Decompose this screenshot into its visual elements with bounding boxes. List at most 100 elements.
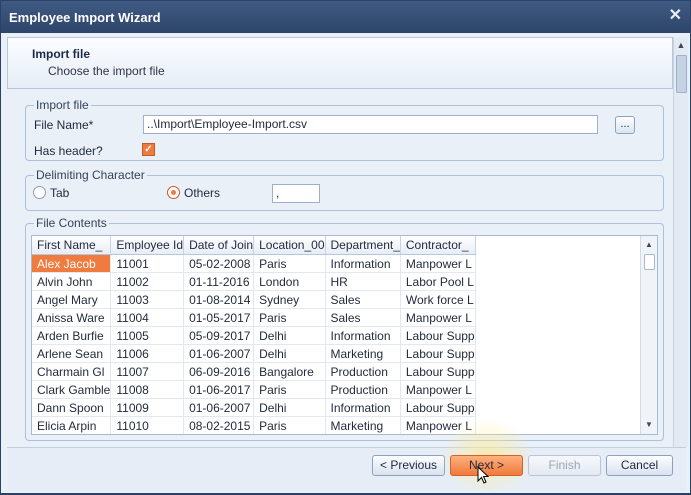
table-cell[interactable]: Labour Supp [400,344,476,363]
table-cell[interactable]: 11002 [110,272,185,291]
table-cell[interactable]: 11001 [110,254,185,273]
table-row[interactable]: Arlene Sean 11006 01-06-2007 Delhi Marketing… [32,344,476,363]
others-radio[interactable] [167,186,180,199]
table-cell[interactable]: Labor Pool L [400,272,476,291]
file-name-input[interactable]: ..\Import\Employee-Import.csv [143,115,598,134]
browse-button[interactable]: ... [615,116,635,134]
tab-radio[interactable] [33,186,46,199]
table-cell[interactable]: 01-11-2016 [183,272,255,291]
table-cell[interactable]: Information [325,398,401,417]
cancel-button[interactable]: Cancel [606,455,673,476]
table-cell[interactable]: Delhi [253,344,326,363]
table-cell[interactable]: Paris [253,416,326,434]
column-header[interactable]: Date of Join [183,236,255,255]
table-cell[interactable]: Alex Jacob [32,254,112,273]
table-cell[interactable]: 11009 [110,398,185,417]
table-cell[interactable]: Delhi [253,326,326,345]
table-cell[interactable]: Work force L [400,290,476,309]
page-subtitle: Choose the import file [48,64,165,78]
table-cell[interactable]: Labour Supp [400,326,476,345]
wizard-scrollbar[interactable]: ▲ [673,37,688,447]
others-radio-label[interactable]: Others [184,186,220,200]
table-cell[interactable]: Marketing [325,416,401,434]
close-icon[interactable]: ✕ [669,8,682,24]
table-cell[interactable]: Dann Spoon [32,398,112,417]
has-header-checkbox[interactable]: ✓ [142,143,155,156]
table-cell[interactable]: 11005 [110,326,185,345]
table-cell[interactable]: Labour Supp [400,398,476,417]
previous-button[interactable]: < Previous [372,455,445,476]
table-cell[interactable]: Anissa Ware [32,308,112,327]
table-cell[interactable]: Paris [253,308,326,327]
column-header[interactable]: First Name_ [32,236,112,255]
table-cell[interactable]: Manpower L [400,380,476,399]
table-cell[interactable]: 11003 [110,290,185,309]
table-row[interactable]: Charmain Gl 11007 06-09-2016 Bangalore Produ… [32,362,476,381]
file-contents-grid[interactable]: First Name_ Employee Id Date of Join Loc… [31,235,658,435]
table-cell[interactable]: Arlene Sean [32,344,112,363]
table-cell[interactable]: Bangalore [253,362,326,381]
others-delimiter-input[interactable]: , [272,184,320,203]
table-cell[interactable]: Charmain Gl [32,362,112,381]
column-header[interactable]: Department_ [325,236,401,255]
table-cell[interactable]: Paris [253,380,326,399]
table-cell[interactable]: HR [325,272,401,291]
table-cell[interactable]: 01-05-2017 [183,308,255,327]
table-cell[interactable]: Delhi [253,398,326,417]
table-cell[interactable]: London [253,272,326,291]
grid-scrollbar[interactable]: ▲ ▼ [640,236,657,434]
table-cell[interactable]: Sydney [253,290,326,309]
table-cell[interactable]: 01-06-2007 [183,344,255,363]
table-cell[interactable]: Labour Supp [400,362,476,381]
table-row[interactable]: Dann Spoon 11009 01-06-2007 Delhi Informatio… [32,398,476,417]
table-cell[interactable]: 06-09-2016 [183,362,255,381]
table-cell[interactable]: Marketing [325,344,401,363]
scroll-thumb[interactable] [644,254,655,270]
table-cell[interactable]: Alvin John [32,272,112,291]
table-cell[interactable]: Sales [325,308,401,327]
table-cell[interactable]: Manpower L [400,254,476,273]
table-cell[interactable]: 11006 [110,344,185,363]
table-cell[interactable]: Paris [253,254,326,273]
window-title: Employee Import Wizard [9,10,161,25]
table-cell[interactable]: Elicia Arpin [32,416,112,434]
scroll-down-icon[interactable]: ▼ [641,418,657,432]
table-row[interactable]: Clark Gamble 11008 01-06-2017 Paris Producti… [32,380,476,399]
table-cell[interactable]: 01-06-2017 [183,380,255,399]
table-cell[interactable]: 05-09-2017 [183,326,255,345]
scroll-up-icon[interactable]: ▲ [674,37,688,53]
table-cell[interactable]: Manpower L [400,308,476,327]
table-row[interactable]: Alex Jacob 11001 05-02-2008 Paris Informatio… [32,254,476,273]
table-row[interactable]: Alvin John 11002 01-11-2016 London HR Labor P… [32,272,476,291]
column-header[interactable]: Contractor_ [400,236,476,255]
table-cell[interactable]: Arden Burfie [32,326,112,345]
delimiter-group: Delimiting Character [25,168,664,211]
table-cell[interactable]: 11004 [110,308,185,327]
table-row[interactable]: Elicia Arpin 11010 08-02-2015 Paris Marketin… [32,416,476,434]
scroll-up-icon[interactable]: ▲ [641,238,657,252]
table-cell[interactable]: Production [325,380,401,399]
column-header[interactable]: Employee Id [110,236,185,255]
table-cell[interactable]: Angel Mary [32,290,112,309]
table-cell[interactable]: Clark Gamble [32,380,112,399]
table-cell[interactable]: 05-02-2008 [183,254,255,273]
table-cell[interactable]: 11008 [110,380,185,399]
table-cell[interactable]: 11007 [110,362,185,381]
table-row[interactable]: Arden Burfie 11005 05-09-2017 Delhi Informat… [32,326,476,345]
scroll-thumb[interactable] [676,55,687,93]
table-row[interactable]: Angel Mary 11003 01-08-2014 Sydney Sales Work… [32,290,476,309]
has-header-label: Has header? [34,144,103,158]
table-cell[interactable]: Information [325,254,401,273]
table-cell[interactable]: Production [325,362,401,381]
table-cell[interactable]: 01-06-2007 [183,398,255,417]
table-cell[interactable]: 11010 [110,416,185,434]
tab-radio-label[interactable]: Tab [50,186,69,200]
table-cell[interactable]: 08-02-2015 [183,416,255,434]
column-header[interactable]: Location_00 [253,236,326,255]
table-cell[interactable]: Sales [325,290,401,309]
file-contents-group-label: File Contents [34,216,109,230]
table-cell[interactable]: Information [325,326,401,345]
data-table: First Name_ Employee Id Date of Join Loc… [32,236,476,434]
table-cell[interactable]: 01-08-2014 [183,290,255,309]
table-row[interactable]: Anissa Ware 11004 01-05-2017 Paris Sales Manp… [32,308,476,327]
